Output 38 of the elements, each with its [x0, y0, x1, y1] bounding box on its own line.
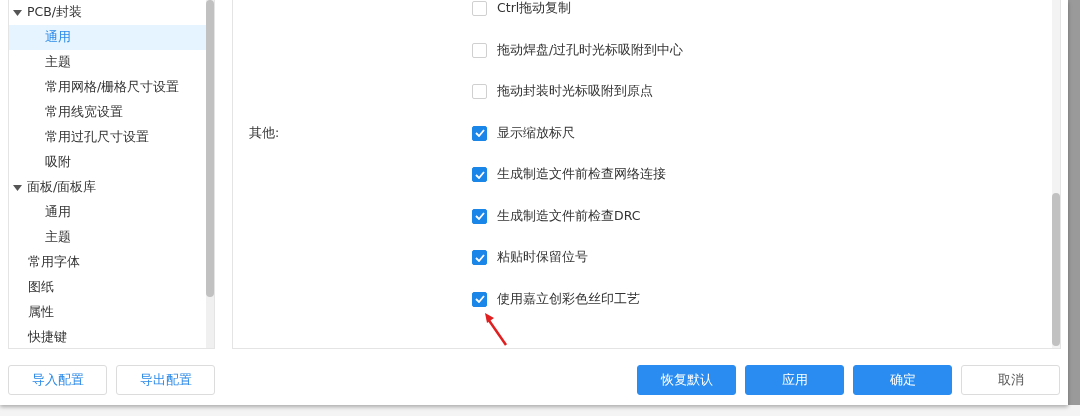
checkbox[interactable]	[472, 250, 487, 266]
tree-item[interactable]: 常用线宽设置	[9, 100, 206, 125]
option-label: 拖动封装时光标吸附到原点	[497, 83, 653, 101]
checkbox[interactable]	[472, 84, 487, 100]
caret-icon[interactable]	[13, 9, 22, 16]
tree-item[interactable]: PCB/封装	[9, 0, 206, 25]
option-label: 生成制造文件前检查网络连接	[497, 166, 666, 184]
tree-item[interactable]: 常用过孔尺寸设置	[9, 125, 206, 150]
config-button[interactable]: 导出配置	[116, 365, 215, 395]
tree-item[interactable]: 面板/面板库	[9, 175, 206, 200]
option-label: 使用嘉立创彩色丝印工艺	[497, 290, 640, 308]
tree-item[interactable]: 常用网格/栅格尺寸设置	[9, 75, 206, 100]
checkbox[interactable]	[472, 42, 487, 58]
scrollbar[interactable]	[1052, 0, 1060, 348]
tree-item[interactable]: 主题	[9, 225, 206, 250]
tree-item[interactable]: 通用	[9, 200, 206, 225]
checkbox[interactable]	[472, 208, 487, 224]
tree-item[interactable]: 常用字体	[9, 250, 206, 275]
checkbox[interactable]	[472, 167, 487, 183]
tree-item[interactable]: 快捷键	[9, 325, 206, 350]
caret-icon[interactable]	[13, 184, 22, 191]
tree-item[interactable]: 吸附	[9, 150, 206, 175]
dialog-button[interactable]: 取消	[961, 365, 1060, 395]
checkbox[interactable]	[472, 1, 487, 17]
config-button[interactable]: 导入配置	[8, 365, 107, 395]
group-label: 其他:	[249, 124, 280, 140]
checkbox[interactable]	[472, 291, 487, 307]
option-label: 粘贴时保留位号	[497, 249, 588, 267]
option-label: 拖动焊盘/过孔时光标吸附到中心	[497, 41, 684, 59]
tree-item[interactable]: 属性	[9, 300, 206, 325]
checkbox[interactable]	[472, 125, 487, 141]
option-label: 显示缩放标尺	[497, 124, 575, 142]
scrollbar[interactable]	[206, 0, 214, 348]
tree-item[interactable]: 主题	[9, 50, 206, 75]
option-label: Ctrl拖动复制	[497, 0, 572, 18]
option-label: 生成制造文件前检查DRC	[497, 207, 641, 225]
arrow-annotation	[483, 311, 509, 347]
tree-item[interactable]: 图纸	[9, 275, 206, 300]
